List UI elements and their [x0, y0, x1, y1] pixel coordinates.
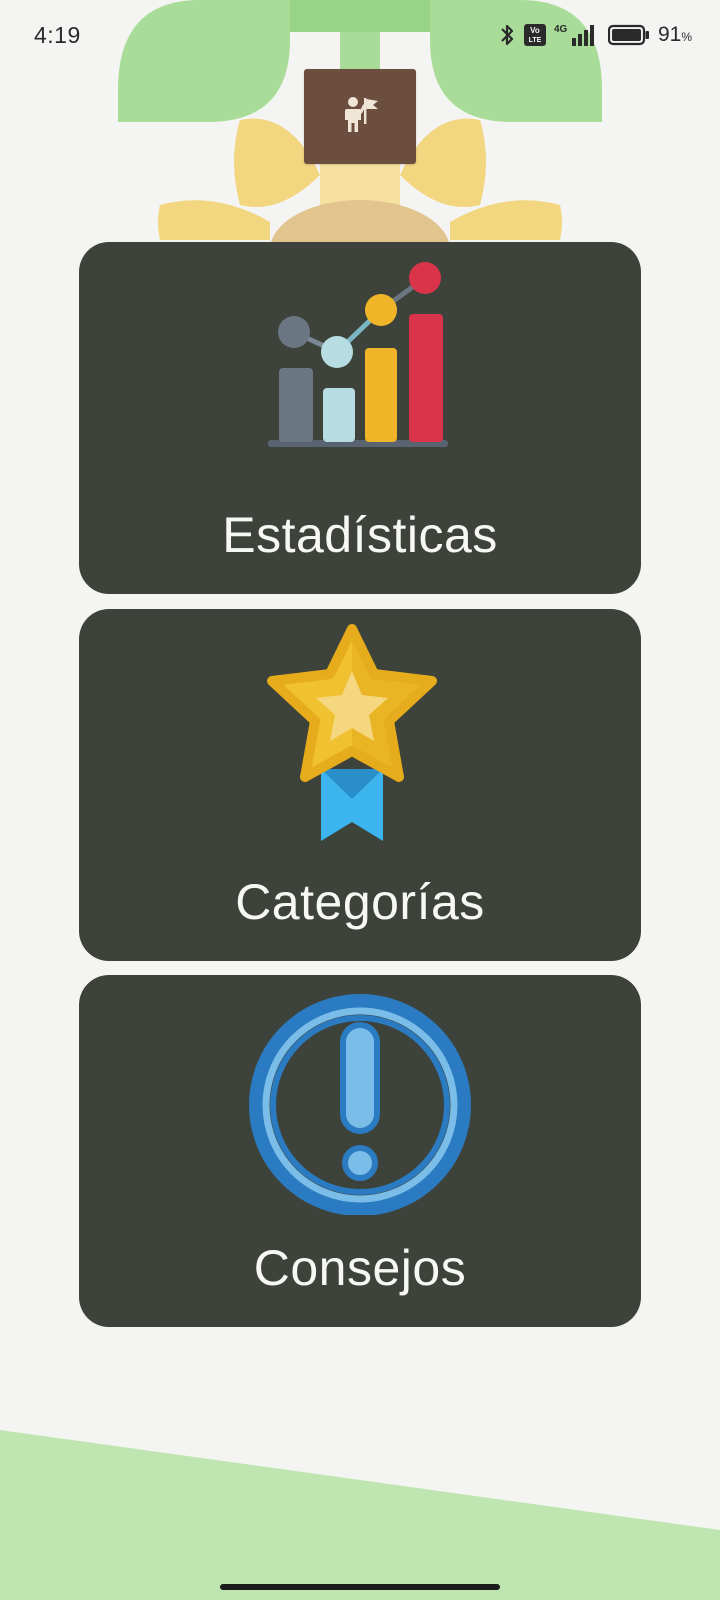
bluetooth-icon [498, 23, 516, 47]
volte-icon: Vo LTE [523, 24, 546, 46]
battery-percent: 91% [658, 23, 692, 47]
card-label: Consejos [253, 1240, 467, 1296]
person-with-flag-icon [338, 92, 382, 141]
card-label: Categorías [235, 874, 485, 930]
profile-button[interactable] [304, 69, 416, 164]
signal-icon: 4G [554, 22, 600, 48]
status-time: 4:19 [34, 22, 81, 48]
star-medal-icon [267, 624, 437, 841]
menu-card-estadisticas[interactable]: Estadísticas [79, 242, 641, 594]
status-bar: 4:19 Vo LTE 4G 91% [0, 0, 720, 70]
battery-percent-value: 91 [657, 23, 682, 46]
battery-icon [607, 24, 650, 46]
menu-card-categorias[interactable]: Categorías [79, 609, 641, 961]
card-label: Estadísticas [222, 507, 498, 563]
bar-chart-icon [268, 262, 448, 447]
menu-card-consejos[interactable]: Consejos [79, 975, 641, 1327]
status-icons: Vo LTE 4G 91% [498, 20, 692, 50]
svg-text:Vo: Vo [530, 26, 540, 35]
svg-text:4G: 4G [554, 24, 568, 35]
battery-percent-symbol: % [681, 30, 692, 44]
home-indicator[interactable] [220, 1584, 500, 1590]
svg-text:LTE: LTE [529, 37, 542, 44]
exclamation-circle-icon [249, 994, 471, 1215]
